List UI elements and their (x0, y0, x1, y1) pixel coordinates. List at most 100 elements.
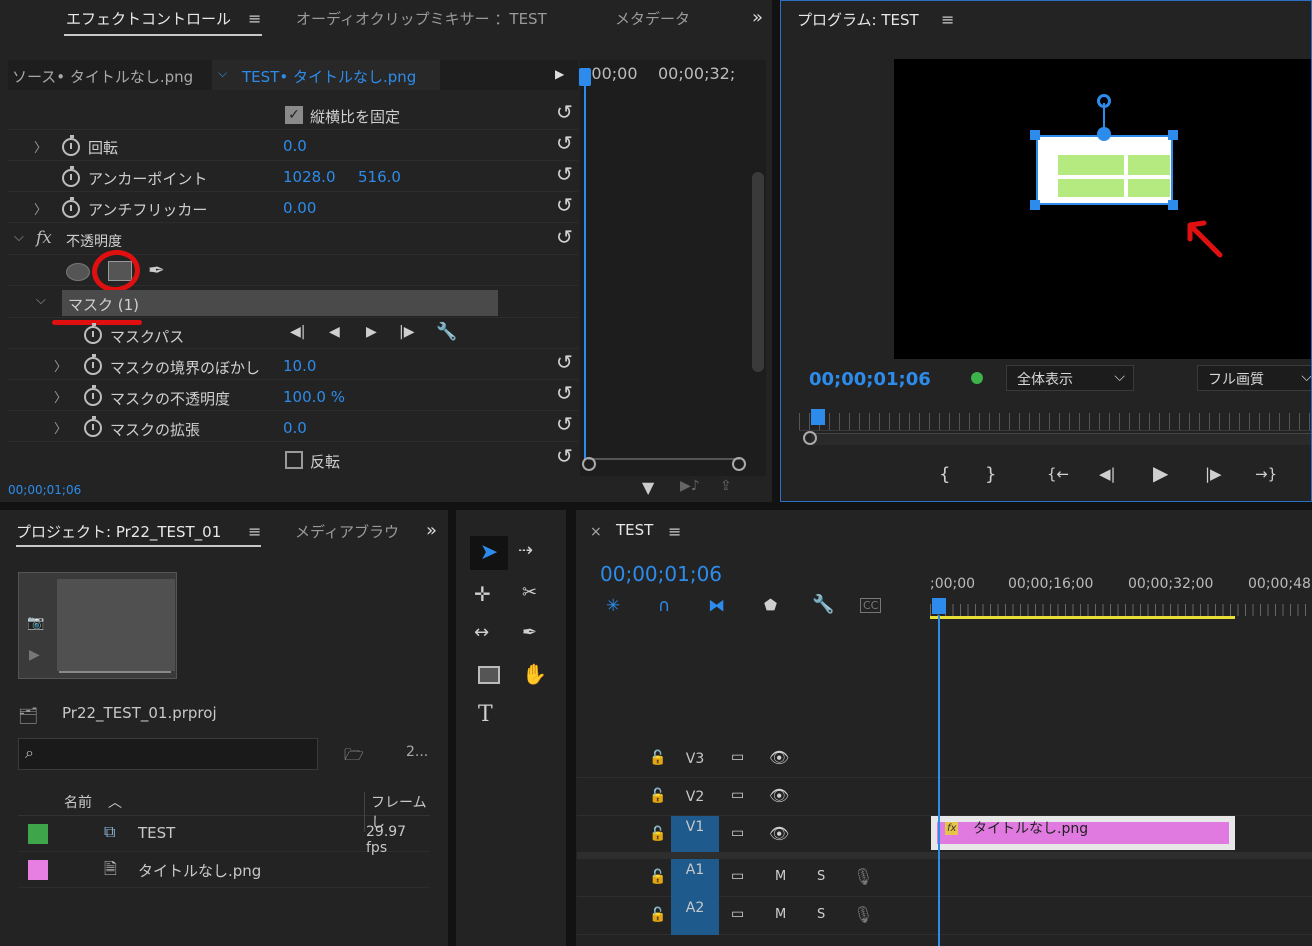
work-area-bar[interactable] (930, 616, 1235, 619)
ellipse-mask-icon[interactable] (66, 263, 90, 281)
go-to-in-icon[interactable]: {← (1047, 465, 1069, 483)
program-timecode[interactable]: 00;00;01;06 (809, 369, 931, 390)
eye-icon[interactable]: 👁 (769, 824, 789, 843)
mini-zoom-bar[interactable] (588, 458, 740, 470)
sort-asc-icon[interactable]: ︿ (108, 792, 122, 812)
chevron-right-icon[interactable]: 〉 (34, 137, 47, 156)
track-select-tool-icon[interactable]: ⇢ (518, 540, 533, 561)
search-input[interactable]: ⌕ (18, 738, 318, 770)
quality-dropdown[interactable]: フル画質 ⌵ (1197, 365, 1311, 391)
type-tool-icon[interactable]: T (478, 702, 493, 727)
sync-lock-icon[interactable]: ▭ (731, 906, 744, 922)
microphone-icon[interactable]: 🎙 (853, 905, 873, 924)
linked-selection-icon[interactable]: ⧓ (708, 596, 725, 616)
captions-icon[interactable]: CC (860, 598, 882, 613)
mask-opacity-value[interactable]: 100.0 % (283, 388, 345, 406)
snap-magnet-icon[interactable]: ∩ (658, 596, 670, 616)
list-item[interactable]: 🗎 タイトルなし.png (18, 852, 430, 888)
reset-icon[interactable]: ↺ (556, 352, 576, 372)
mask-vertex[interactable] (1168, 200, 1178, 210)
mini-playhead-handle[interactable] (579, 68, 591, 86)
track-name[interactable]: A2 (671, 897, 719, 935)
track-name[interactable]: V3 (671, 748, 719, 770)
chevron-right-icon[interactable]: 〉 (54, 418, 67, 437)
track-backward-all-icon[interactable]: ◀| (290, 324, 305, 340)
zoom-handle-left[interactable] (582, 457, 596, 471)
track-name[interactable]: V2 (671, 786, 719, 808)
col-name[interactable]: 名前 (64, 792, 92, 812)
program-scrubber[interactable] (799, 413, 1311, 431)
lock-ratio-checkbox[interactable]: ✓ (285, 106, 303, 124)
rotate-value[interactable]: 0.0 (283, 137, 307, 155)
hand-tool-icon[interactable]: ✋ (522, 662, 547, 686)
wrench-icon[interactable]: 🔧 (812, 594, 834, 615)
stopwatch-icon[interactable] (84, 354, 102, 375)
stopwatch-icon[interactable] (84, 385, 102, 406)
overflow-icon[interactable]: » (752, 7, 763, 28)
lock-icon[interactable]: 🔓 (649, 826, 666, 842)
timeline-clip[interactable]: fx タイトルなし.png (931, 816, 1235, 850)
label-color-swatch[interactable] (28, 824, 48, 844)
selection-tool-icon[interactable]: ➤ (470, 536, 508, 570)
solo-button[interactable]: S (817, 907, 825, 922)
eye-icon[interactable]: 👁 (769, 786, 789, 805)
tab-media-browser[interactable]: メディアブラウ (295, 521, 399, 542)
lock-icon[interactable]: 🔓 (649, 788, 666, 804)
reset-icon[interactable]: ↺ (556, 102, 576, 122)
go-to-out-icon[interactable]: →} (1255, 465, 1277, 483)
lock-icon[interactable]: 🔓 (649, 869, 666, 885)
video-frame[interactable] (894, 59, 1311, 359)
filter-icon[interactable]: ▼ (642, 478, 654, 497)
anchor-x-value[interactable]: 1028.0 (283, 168, 336, 186)
stopwatch-icon[interactable] (84, 416, 102, 437)
stopwatch-icon[interactable] (62, 135, 80, 156)
mute-button[interactable]: M (775, 907, 786, 922)
razor-tool-icon[interactable]: ✂ (522, 582, 537, 603)
mask-rotate-handle[interactable] (1097, 94, 1111, 108)
play-audio-icon[interactable]: ▶♪ (680, 478, 700, 494)
reset-icon[interactable]: ↺ (556, 164, 576, 184)
export-icon[interactable]: ⇪ (720, 478, 732, 494)
overflow-icon[interactable]: » (426, 520, 437, 541)
mark-in-icon[interactable]: { (939, 464, 950, 485)
label-color-swatch[interactable] (28, 860, 48, 880)
panel-menu-icon[interactable]: ≡ (248, 9, 261, 28)
zoom-handle-right[interactable] (732, 457, 746, 471)
stopwatch-icon[interactable] (62, 197, 80, 218)
invert-checkbox[interactable] (285, 451, 303, 469)
panel-menu-icon[interactable]: ≡ (668, 522, 681, 541)
lock-icon[interactable]: 🔓 (649, 907, 666, 923)
expand-value[interactable]: 0.0 (283, 419, 307, 437)
sync-lock-icon[interactable]: ▭ (731, 749, 744, 765)
track-name[interactable]: A1 (671, 859, 719, 897)
lock-icon[interactable]: 🔓 (649, 750, 666, 766)
project-title[interactable]: プロジェクト: Pr22_TEST_01 (16, 521, 221, 542)
project-thumbnail[interactable]: 📷 ▶ (18, 572, 177, 679)
panel-menu-icon[interactable]: ≡ (248, 522, 261, 541)
sync-lock-icon[interactable]: ▭ (731, 787, 744, 803)
reset-icon[interactable]: ↺ (556, 383, 576, 403)
program-title[interactable]: プログラム: TEST (797, 9, 919, 30)
sync-lock-icon[interactable]: ▭ (731, 868, 744, 884)
play-icon[interactable]: ▶ (1153, 461, 1168, 485)
panel-menu-icon[interactable]: ≡ (941, 10, 954, 29)
stopwatch-icon[interactable] (62, 166, 80, 187)
mini-playhead[interactable] (584, 68, 586, 460)
program-playhead[interactable] (811, 409, 825, 425)
rectangle-tool-icon[interactable] (478, 666, 500, 684)
microphone-icon[interactable]: 🎙 (853, 867, 873, 886)
tab-audio-clip-mixer[interactable]: オーディオクリップミキサー ：TEST (296, 8, 547, 29)
time-ruler[interactable] (930, 604, 1312, 616)
track-backward-icon[interactable]: ◀ (329, 324, 340, 340)
mark-out-icon[interactable]: } (985, 464, 996, 485)
vertical-scrollbar[interactable] (752, 172, 764, 372)
mute-button[interactable]: M (775, 869, 786, 884)
zoom-dropdown[interactable]: 全体表示 ⌵ (1006, 365, 1134, 391)
mask-vertex[interactable] (1030, 130, 1040, 140)
feather-value[interactable]: 10.0 (283, 357, 316, 375)
chevron-right-icon[interactable]: 〉 (54, 387, 67, 406)
reset-icon[interactable]: ↺ (556, 227, 576, 247)
mask-midpoint-handle[interactable] (1097, 127, 1111, 141)
track-name[interactable]: V1 (671, 816, 719, 854)
solo-button[interactable]: S (817, 869, 825, 884)
